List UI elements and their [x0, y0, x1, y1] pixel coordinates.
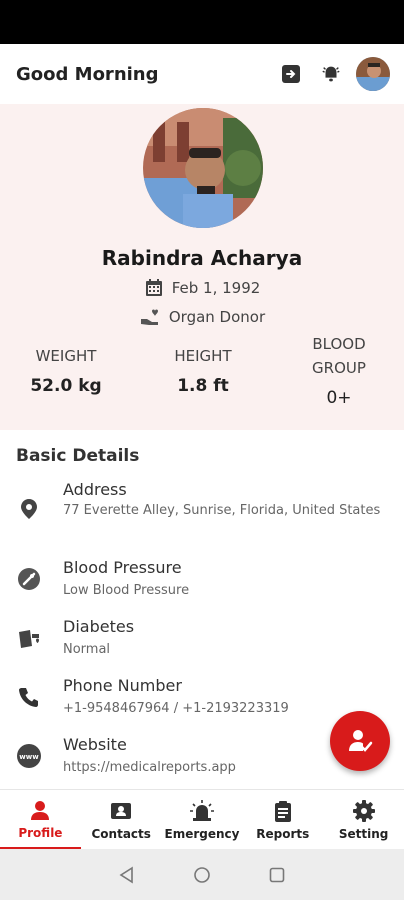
- blood-value: 0+: [326, 388, 352, 408]
- detail-value-diabetes: Normal: [63, 642, 111, 657]
- detail-value-address: 77 Everette Alley, Sunrise, Florida, Uni…: [63, 503, 381, 518]
- status-bar: [0, 0, 404, 44]
- detail-label-diabetes: Diabetes: [63, 617, 135, 636]
- detail-value-blood-pressure: Low Blood Pressure: [63, 583, 190, 598]
- calendar-icon: [145, 279, 162, 296]
- weight-label: WEIGHT: [35, 347, 97, 365]
- home-circle-icon[interactable]: [193, 866, 211, 884]
- blood-label-line2: GROUP: [312, 359, 366, 377]
- donor-line: Organ Donor: [0, 307, 404, 327]
- dob-line: Feb 1, 1992: [0, 278, 404, 298]
- nav-label-profile: Profile: [18, 825, 63, 840]
- detail-value-phone: +1-9548467964 / +1-2193223319: [63, 701, 289, 716]
- bell-icon[interactable]: [320, 63, 342, 85]
- location-pin-icon: [16, 496, 42, 522]
- greeting-title: Good Morning: [16, 63, 159, 85]
- bottom-navigation: Profile Contacts Emergency Reports Setti…: [0, 789, 404, 849]
- height-label: HEIGHT: [174, 347, 232, 365]
- nav-item-reports[interactable]: Reports: [242, 790, 323, 849]
- detail-label-blood-pressure: Blood Pressure: [63, 558, 182, 577]
- nav-item-emergency[interactable]: Emergency: [162, 790, 243, 849]
- clipboard-icon: [271, 799, 295, 823]
- system-navigation-bar: [0, 849, 404, 900]
- donor-text: Organ Donor: [168, 308, 266, 326]
- nav-label-emergency: Emergency: [164, 826, 240, 841]
- blood-pressure-icon: [16, 566, 42, 592]
- back-triangle-icon[interactable]: [118, 866, 136, 884]
- nav-label-contacts: Contacts: [91, 826, 151, 841]
- profile-photo[interactable]: [143, 108, 263, 228]
- person-check-icon: [349, 730, 373, 752]
- nav-item-contacts[interactable]: Contacts: [81, 790, 162, 849]
- recents-square-icon[interactable]: [268, 866, 286, 884]
- dob-text: Feb 1, 1992: [171, 279, 261, 297]
- detail-label-website: Website: [63, 735, 127, 754]
- hand-heart-icon: [140, 309, 158, 325]
- add-health-record-fab[interactable]: [330, 711, 390, 771]
- blood-group-stat: BLOOD GROUP 0+: [294, 332, 384, 408]
- nav-item-profile[interactable]: Profile: [0, 790, 81, 849]
- nav-item-setting[interactable]: Setting: [323, 790, 404, 849]
- gear-icon: [352, 799, 376, 823]
- height-stat: HEIGHT 1.8 ft: [158, 344, 248, 396]
- avatar[interactable]: [356, 57, 390, 91]
- weight-stat: WEIGHT 52.0 kg: [22, 344, 110, 396]
- glucose-meter-icon: [16, 625, 42, 651]
- section-title-basic-details: Basic Details: [16, 446, 140, 466]
- siren-icon: [189, 799, 214, 823]
- detail-label-address: Address: [63, 480, 127, 499]
- nav-label-setting: Setting: [338, 826, 389, 841]
- svg-text:www: www: [19, 753, 39, 761]
- nav-label-reports: Reports: [256, 826, 310, 841]
- app-header: Good Morning: [0, 44, 404, 104]
- blood-label-line1: BLOOD: [312, 335, 366, 353]
- contact-card-icon: [109, 799, 133, 823]
- detail-label-phone: Phone Number: [63, 676, 182, 695]
- profile-name: Rabindra Acharya: [101, 246, 303, 270]
- globe-www-icon: www: [16, 743, 42, 769]
- phone-icon: [16, 684, 42, 710]
- height-value: 1.8 ft: [177, 376, 229, 396]
- person-icon: [28, 798, 52, 822]
- logout-icon[interactable]: [280, 63, 302, 85]
- detail-value-website: https://medicalreports.app: [63, 760, 236, 775]
- profile-card: Rabindra Acharya Feb 1, 1992 Organ Donor…: [0, 104, 404, 430]
- weight-value: 52.0 kg: [30, 376, 102, 396]
